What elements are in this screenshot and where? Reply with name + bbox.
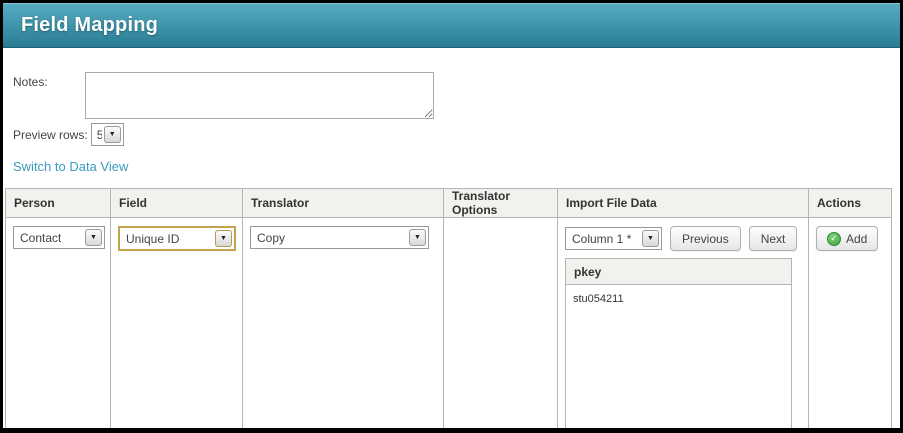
cell-translator: Copy (243, 218, 444, 433)
preview-value: stu054211 (566, 285, 792, 433)
add-check-icon (827, 232, 841, 246)
field-mapping-window: Field Mapping Notes: Preview rows: 5 Swi… (0, 0, 903, 433)
preview-rows-row: Preview rows: 5 (13, 123, 896, 146)
preview-row: stu054211 (566, 285, 792, 433)
page-content: Notes: Preview rows: 5 Switch to Data Vi… (3, 72, 900, 433)
chevron-down-icon (85, 229, 102, 246)
column-header-import-file-data: Import File Data (558, 189, 809, 218)
switch-to-data-view-link[interactable]: Switch to Data View (13, 159, 128, 174)
person-select[interactable]: Contact (13, 226, 105, 249)
next-button[interactable]: Next (749, 226, 798, 251)
column-header-actions: Actions (809, 189, 892, 218)
preview-rows-select[interactable]: 5 (91, 123, 124, 146)
preview-column-header: pkey (566, 259, 792, 285)
cell-translator-options (444, 218, 558, 433)
chevron-down-icon (215, 230, 232, 247)
translator-select-value: Copy (257, 231, 285, 245)
mapping-row: Contact Unique ID Copy (6, 218, 892, 433)
cell-actions: Add (809, 218, 892, 433)
field-select-value: Unique ID (126, 232, 179, 246)
column-header-translator: Translator (243, 189, 444, 218)
notes-textarea[interactable] (85, 72, 434, 119)
column-header-translator-options: Translator Options (444, 189, 558, 218)
field-select[interactable]: Unique ID (118, 226, 236, 251)
notes-row: Notes: (13, 72, 896, 119)
import-column-select[interactable]: Column 1 * (565, 227, 662, 250)
preview-header-row: pkey (566, 259, 792, 285)
translator-select[interactable]: Copy (250, 226, 429, 249)
import-preview-table: pkey stu054211 stu053615 stu053946 stu05… (565, 258, 792, 433)
person-select-value: Contact (20, 231, 61, 245)
column-header-field: Field (111, 189, 243, 218)
preview-rows-select-value: 5 (97, 128, 102, 142)
column-header-person: Person (6, 189, 111, 218)
add-button[interactable]: Add (816, 226, 878, 251)
page-title: Field Mapping (21, 14, 158, 37)
notes-label: Notes: (13, 72, 85, 89)
chevron-down-icon (642, 230, 659, 247)
cell-import-file-data: Column 1 * Previous Next pkey (558, 218, 809, 433)
page-header: Field Mapping (3, 3, 900, 48)
chevron-down-icon (104, 126, 121, 143)
import-column-select-value: Column 1 * (572, 232, 631, 246)
form-area: Notes: Preview rows: 5 Switch to Data Vi… (5, 72, 896, 176)
add-button-label: Add (846, 232, 867, 246)
preview-rows-label: Preview rows: (13, 128, 88, 142)
cell-person: Contact (6, 218, 111, 433)
table-header-row: Person Field Translator Translator Optio… (6, 189, 892, 218)
cell-field: Unique ID (111, 218, 243, 433)
previous-button[interactable]: Previous (670, 226, 741, 251)
field-mapping-table: Person Field Translator Translator Optio… (5, 188, 892, 433)
import-controls: Column 1 * Previous Next (565, 226, 808, 251)
chevron-down-icon (409, 229, 426, 246)
